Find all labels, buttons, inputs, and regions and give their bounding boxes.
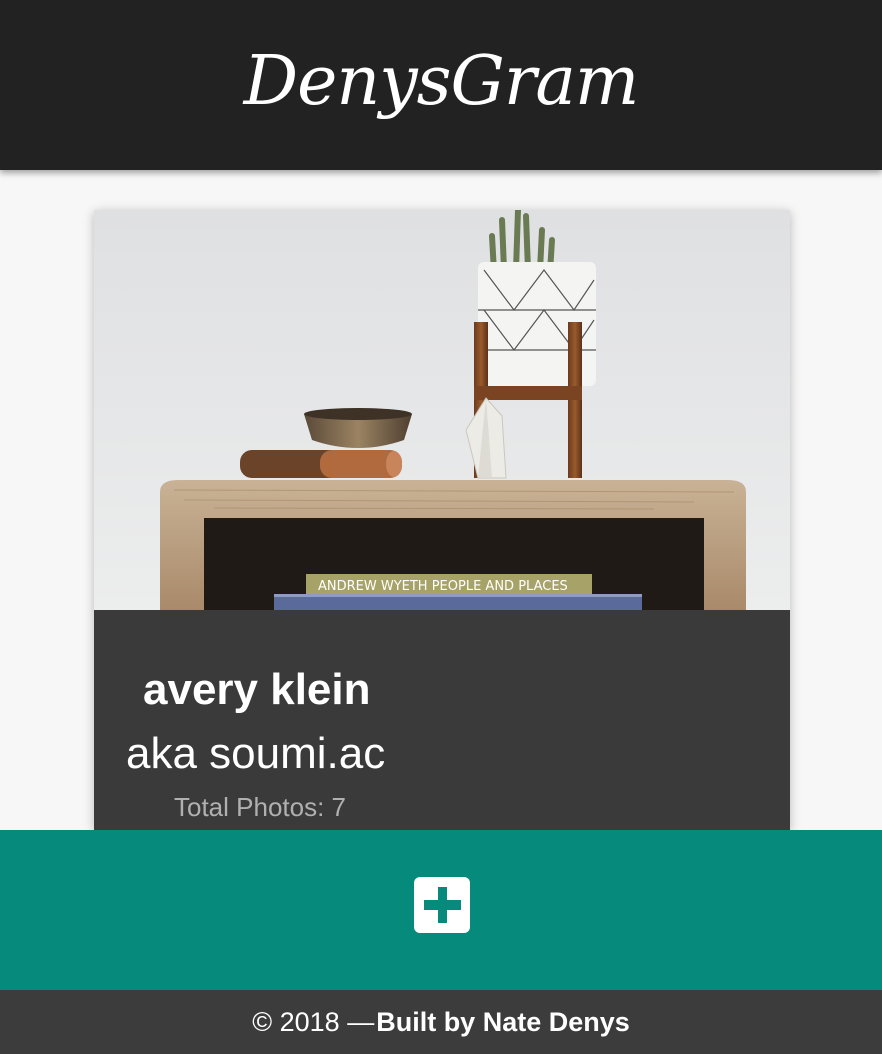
plus-square-icon — [424, 887, 461, 923]
brand-logo[interactable]: DenysGram — [244, 42, 640, 121]
total-photos-count: Total Photos: 7 — [174, 792, 346, 822]
top-header: DenysGram — [0, 0, 882, 170]
photo-book-title: ANDREW WYETH PEOPLE AND PLACES — [318, 579, 568, 594]
page-footer: © 2018 — Built by Nate Denys — [0, 990, 882, 1054]
footer-copyright: © 2018 — — [252, 1006, 375, 1037]
profile-photo[interactable]: ANDREW WYETH PEOPLE AND PLACES — [94, 210, 790, 610]
profile-alias: aka soumi.ac — [126, 729, 386, 778]
profile-photo-image: ANDREW WYETH PEOPLE AND PLACES — [94, 210, 790, 610]
profile-info: avery klein aka soumi.ac Total Photos: 7 — [94, 610, 790, 830]
profile-card: ANDREW WYETH PEOPLE AND PLACES avery kle… — [94, 210, 790, 830]
footer-credit: Built by Nate Denys — [376, 1006, 630, 1037]
profile-name: avery klein — [143, 665, 371, 714]
action-bar — [0, 830, 882, 990]
add-photo-button[interactable] — [414, 877, 470, 933]
